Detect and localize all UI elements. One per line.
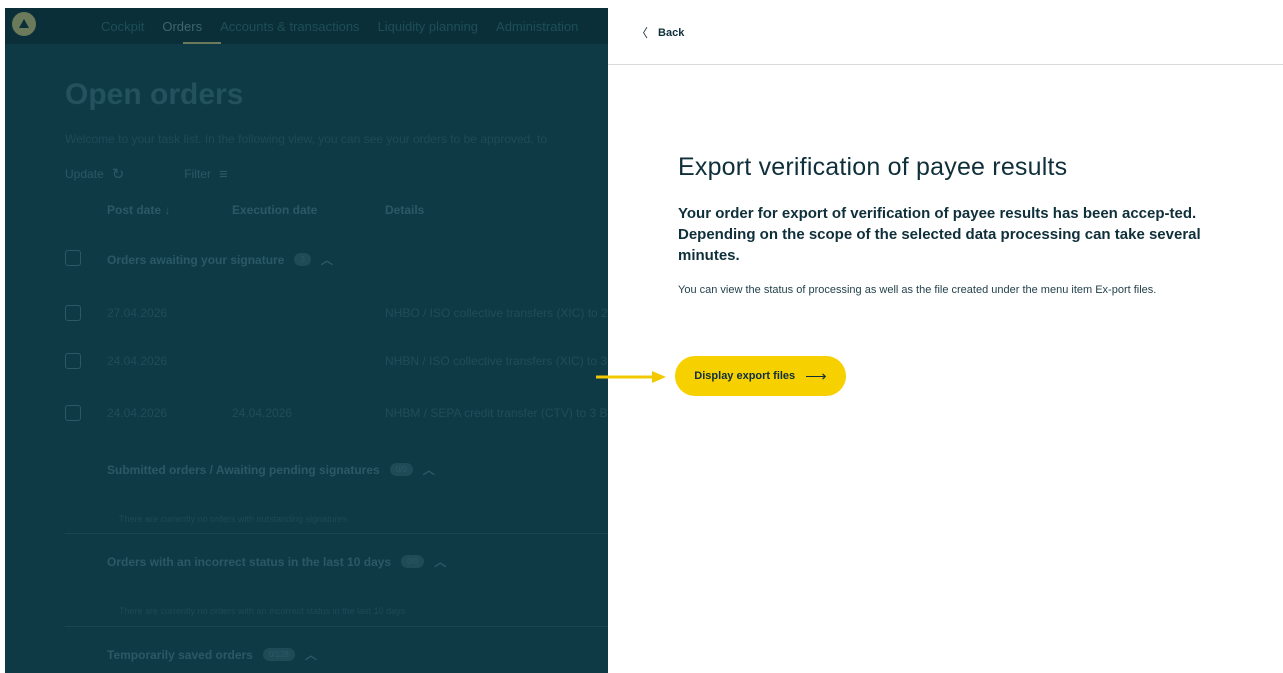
refresh-icon: ↻: [111, 166, 125, 183]
chevron-up-icon: ︿: [422, 463, 435, 477]
callout-arrow-icon: [596, 371, 666, 383]
row-post-date: 24.04.2026: [107, 354, 168, 368]
row-checkbox: [65, 353, 81, 369]
display-export-files-button[interactable]: Display export files ⟶: [675, 356, 846, 396]
incorrect-empty-text: There are currently no orders with an in…: [119, 606, 406, 616]
count-badge: 3: [294, 253, 311, 266]
panel-title: Export verification of payee results: [678, 153, 1068, 181]
section-divider: [65, 533, 608, 534]
panel-header: 〈 Back: [608, 0, 1283, 65]
nav-item-orders: Orders: [162, 18, 203, 34]
row-checkbox: [65, 405, 81, 421]
row-checkbox: [65, 305, 81, 321]
filter-button: Filter ≡: [184, 165, 227, 183]
page-intro: Welcome to your task list. In the follow…: [65, 132, 548, 146]
column-details: Details: [385, 203, 425, 217]
awaiting-section-header: Orders awaiting your signature 3 ︿: [107, 252, 333, 268]
back-label: Back: [658, 26, 685, 39]
select-all-checkbox: [65, 250, 81, 266]
update-label: Update: [65, 167, 104, 181]
row-details: NHBN / ISO collective transfers (XIC) to…: [385, 354, 608, 368]
chevron-up-icon: ︿: [320, 253, 333, 267]
display-export-files-label: Display export files: [694, 370, 796, 382]
section-divider: [65, 626, 608, 627]
active-nav-underline: [183, 42, 221, 44]
submitted-section-header: Submitted orders / Awaiting pending sign…: [107, 462, 435, 478]
row-details: NHBO / ISO collective transfers (XIC) to…: [385, 306, 608, 320]
chevron-left-icon: 〈: [636, 26, 649, 40]
nav-item-cockpit: Cockpit: [101, 18, 145, 34]
page-title: Open orders: [65, 78, 244, 111]
back-button[interactable]: 〈 Back: [636, 24, 684, 41]
row-post-date: 24.04.2026: [107, 406, 168, 420]
panel-body-text: You can view the status of processing as…: [678, 284, 1157, 296]
count-badge: 0/128: [262, 648, 295, 661]
update-button: Update ↻: [65, 165, 124, 183]
count-badge: 0/0: [401, 555, 425, 568]
row-details: NHBM / SEPA credit transfer (CTV) to 3 B: [385, 406, 608, 420]
count-badge: 0/0: [389, 463, 413, 476]
bank-logo-icon: [12, 12, 36, 36]
chevron-up-icon: ︿: [434, 555, 447, 569]
nav-item-administration: Administration: [496, 18, 579, 34]
column-execution-date: Execution date: [232, 203, 318, 217]
row-post-date: 27.04.2026: [107, 306, 168, 320]
incorrect-section-header: Orders with an incorrect status in the l…: [107, 554, 447, 570]
arrow-right-icon: ⟶: [805, 368, 827, 385]
row-execution-date: 24.04.2026: [232, 406, 293, 420]
filter-label: Filter: [184, 167, 211, 181]
nav-item-accounts: Accounts & transactions: [220, 18, 360, 34]
background-app-overlay: Cockpit Orders Accounts & transactions L…: [5, 8, 608, 673]
chevron-up-icon: ︿: [304, 648, 317, 662]
filter-icon: ≡: [218, 165, 228, 183]
saved-section-header: Temporarily saved orders 0/128 ︿: [107, 647, 317, 663]
submitted-empty-text: There are currently no orders with outst…: [119, 514, 348, 524]
panel-lead-text: Your order for export of verification of…: [678, 205, 1201, 264]
nav-item-liquidity: Liquidity planning: [377, 18, 479, 34]
export-confirmation-panel: 〈 Back Export verification of payee resu…: [608, 0, 1283, 673]
column-post-date: Post date ↓: [107, 203, 171, 217]
background-top-nav: Cockpit Orders Accounts & transactions L…: [5, 8, 608, 44]
arrow-down-icon: ↓: [164, 203, 171, 217]
